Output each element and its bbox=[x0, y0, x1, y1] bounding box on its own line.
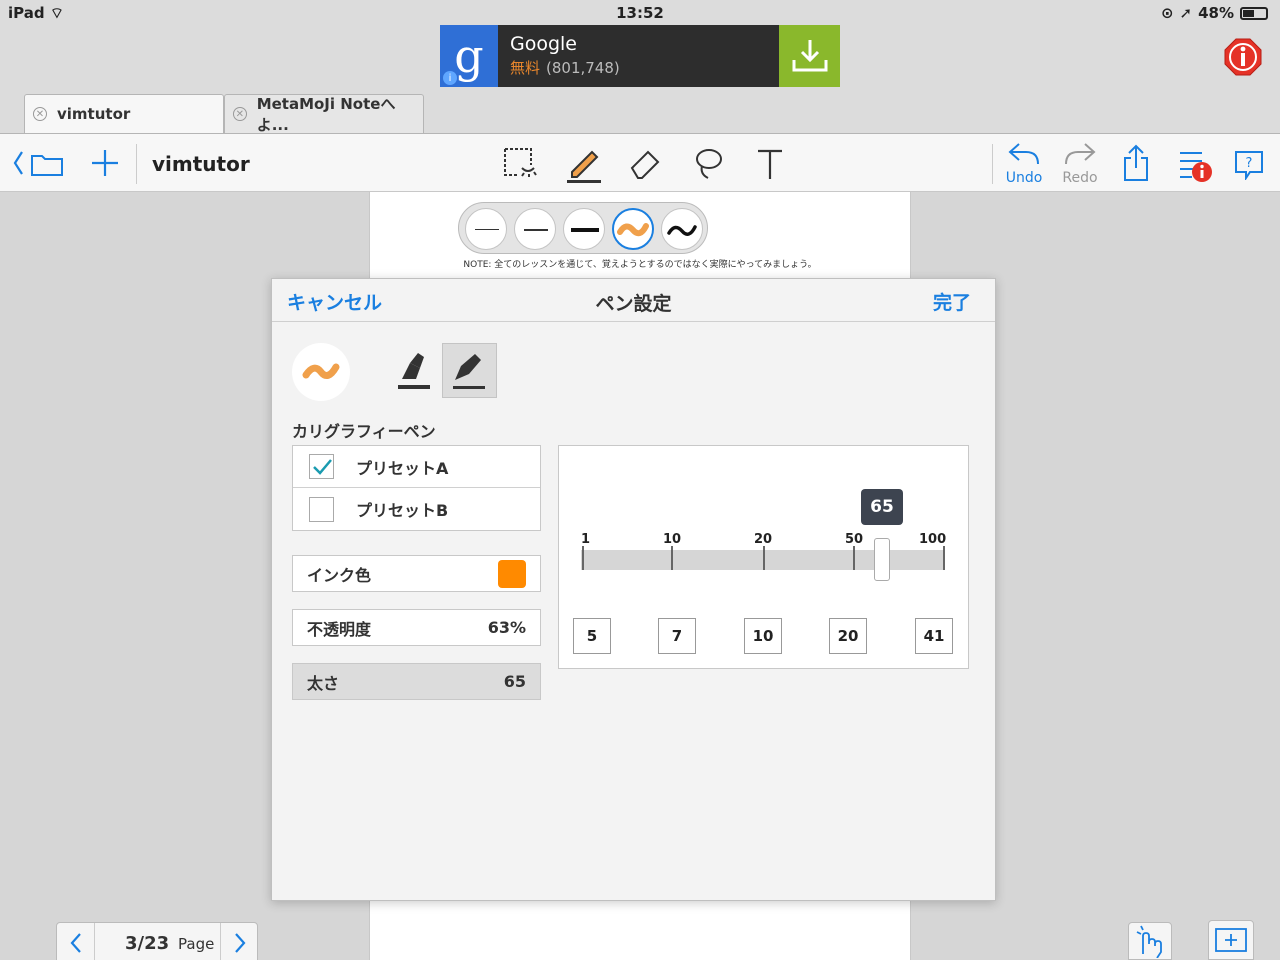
select-tool-icon[interactable] bbox=[502, 146, 538, 184]
battery-percent: 48% bbox=[1198, 4, 1234, 22]
quick-size-button[interactable]: 20 bbox=[829, 618, 867, 654]
help-icon[interactable]: ? bbox=[1234, 150, 1264, 184]
tab-vimtutor[interactable]: ✕ vimtutor bbox=[24, 94, 224, 133]
redo-button[interactable]: Redo bbox=[1060, 142, 1100, 186]
highlighter-mode-button[interactable] bbox=[390, 345, 440, 397]
close-icon[interactable]: ✕ bbox=[233, 107, 247, 121]
status-bar: iPad ⌔ 13:52 ⊙ ➚ 48% bbox=[0, 0, 1280, 26]
add-page-button[interactable] bbox=[1208, 920, 1254, 960]
pen-preset-thick[interactable] bbox=[563, 208, 605, 250]
checkmark-icon bbox=[312, 458, 332, 475]
ink-color-row[interactable]: インク色 bbox=[292, 555, 541, 592]
download-icon[interactable] bbox=[779, 25, 840, 87]
alert-icon[interactable] bbox=[1224, 38, 1262, 76]
tick-label: 50 bbox=[845, 532, 864, 547]
ad-title: Google bbox=[510, 33, 578, 55]
preset-list: プリセットA プリセットB bbox=[292, 445, 541, 531]
preset-b-checkbox[interactable] bbox=[309, 496, 334, 522]
note-text: NOTE: 全てのレッスンを通じて、覚えようとするのではなく実際にやってみましょ… bbox=[463, 260, 817, 270]
quick-size-button[interactable]: 5 bbox=[573, 618, 611, 654]
thickness-row[interactable]: 太さ 65 bbox=[292, 663, 541, 700]
add-page-icon bbox=[1215, 928, 1247, 952]
redo-icon bbox=[1065, 143, 1096, 165]
location-icon: ➚ bbox=[1179, 4, 1193, 22]
done-button[interactable]: 完了 bbox=[933, 288, 971, 315]
calligraphy-stroke-icon bbox=[617, 223, 649, 237]
quick-size-button[interactable]: 7 bbox=[658, 618, 696, 654]
tick-label: 100 bbox=[919, 532, 947, 547]
pen-type-label: カリグラフィーペン bbox=[292, 422, 436, 441]
slider-thumb[interactable] bbox=[874, 538, 890, 581]
page-navigator: 3/23 Page bbox=[56, 922, 258, 960]
document-title: vimtutor bbox=[152, 152, 250, 176]
page-number: 3/23 bbox=[125, 933, 170, 954]
menu-list-icon[interactable] bbox=[1178, 150, 1214, 188]
preset-b-row[interactable]: プリセットB bbox=[293, 488, 540, 530]
text-tool-icon[interactable] bbox=[756, 148, 784, 184]
fountain-pen-icon bbox=[453, 354, 485, 389]
quick-size-button[interactable]: 41 bbox=[915, 618, 953, 654]
lasso-tool-icon[interactable] bbox=[692, 146, 724, 186]
dialog-title: ペン設定 bbox=[595, 293, 672, 315]
ad-banner[interactable]: g i Google 無料 (801,748) bbox=[440, 25, 840, 87]
pen-preset-medium[interactable] bbox=[514, 208, 556, 250]
top-bar: g i Google 無料 (801,748) bbox=[0, 25, 1280, 94]
pen-mode-button[interactable] bbox=[442, 343, 497, 398]
calligraphy-stroke-icon bbox=[667, 225, 697, 236]
ink-color-swatch[interactable] bbox=[498, 559, 526, 588]
chevron-left-icon bbox=[70, 933, 81, 953]
next-page-button[interactable] bbox=[220, 923, 258, 960]
thickness-value: 65 bbox=[503, 672, 526, 691]
battery-icon bbox=[1240, 6, 1268, 20]
close-icon[interactable]: ✕ bbox=[33, 107, 47, 121]
preset-a-checkbox[interactable] bbox=[309, 454, 334, 479]
opacity-value: 63% bbox=[487, 618, 526, 637]
info-icon[interactable]: i bbox=[443, 71, 457, 85]
tick-label: 10 bbox=[663, 532, 682, 547]
chevron-right-icon bbox=[234, 933, 245, 953]
clock: 13:52 bbox=[616, 4, 664, 22]
tab-bar: ✕ vimtutor ✕ MetaMoJi Noteへよ... bbox=[0, 94, 1280, 134]
pen-preset-bar bbox=[458, 202, 708, 254]
preset-a-row[interactable]: プリセットA bbox=[293, 446, 540, 488]
slider-value-tooltip: 65 bbox=[861, 489, 903, 525]
marker-icon bbox=[398, 353, 430, 389]
pen-preset-thin[interactable] bbox=[465, 208, 507, 250]
pen-preset-calligraphy-black[interactable] bbox=[661, 208, 703, 250]
page-label: Page bbox=[178, 935, 215, 953]
quick-size-button[interactable]: 10 bbox=[744, 618, 782, 654]
svg-text:?: ? bbox=[1246, 156, 1253, 171]
opacity-row[interactable]: 不透明度 63% bbox=[292, 609, 541, 646]
tick-label: 20 bbox=[754, 532, 773, 547]
calligraphy-stroke-icon bbox=[302, 363, 340, 379]
toolbar: vimtutor Undo Redo ? bbox=[0, 134, 1280, 192]
share-icon[interactable] bbox=[1122, 144, 1150, 186]
ad-rating-count: (801,748) bbox=[546, 59, 620, 77]
hand-mode-button[interactable] bbox=[1128, 922, 1172, 960]
prev-page-button[interactable] bbox=[57, 923, 95, 960]
pen-preset-calligraphy-orange[interactable] bbox=[612, 208, 654, 250]
undo-button[interactable]: Undo bbox=[1004, 142, 1044, 186]
pen-preview bbox=[292, 343, 350, 401]
thickness-slider-panel: 65 1 10 20 50 100 5 7 10 20 41 bbox=[558, 445, 969, 669]
ad-free-label: 無料 bbox=[510, 59, 541, 77]
back-folder-button[interactable] bbox=[12, 148, 66, 182]
tab-metamoji[interactable]: ✕ MetaMoJi Noteへよ... bbox=[224, 94, 424, 134]
hand-touch-icon bbox=[1136, 925, 1162, 958]
google-logo-icon: g i bbox=[440, 25, 498, 87]
tick-label: 1 bbox=[581, 532, 591, 547]
rotation-lock-icon: ⊙ bbox=[1160, 4, 1174, 22]
pen-tool-icon[interactable] bbox=[564, 144, 604, 188]
add-icon[interactable] bbox=[90, 148, 120, 182]
undo-icon bbox=[1008, 143, 1039, 165]
dialog-header: キャンセル ペン設定 完了 bbox=[272, 279, 995, 322]
eraser-tool-icon[interactable] bbox=[626, 146, 664, 184]
pen-settings-dialog: キャンセル ペン設定 完了 カリグラフィーペン プリセットA プリセットB イン… bbox=[271, 278, 996, 901]
